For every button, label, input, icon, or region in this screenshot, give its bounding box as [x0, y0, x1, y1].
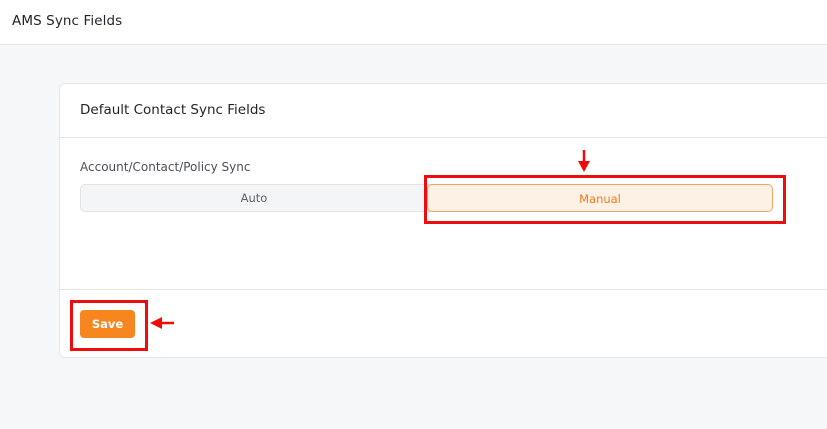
card-title: Default Contact Sync Fields — [80, 102, 266, 118]
card-header: Default Contact Sync Fields — [60, 84, 827, 138]
sync-mode-toggle: Auto Manual — [80, 184, 773, 212]
top-bar: AMS Sync Fields — [0, 0, 827, 45]
sync-option-manual[interactable]: Manual — [427, 184, 773, 212]
sync-fields-card: Default Contact Sync Fields Account/Cont… — [59, 83, 827, 358]
footer-divider — [60, 289, 827, 290]
sync-mode-label: Account/Contact/Policy Sync — [80, 160, 251, 174]
save-button[interactable]: Save — [80, 310, 135, 338]
page-title: AMS Sync Fields — [12, 13, 123, 29]
sync-option-auto[interactable]: Auto — [81, 185, 427, 211]
